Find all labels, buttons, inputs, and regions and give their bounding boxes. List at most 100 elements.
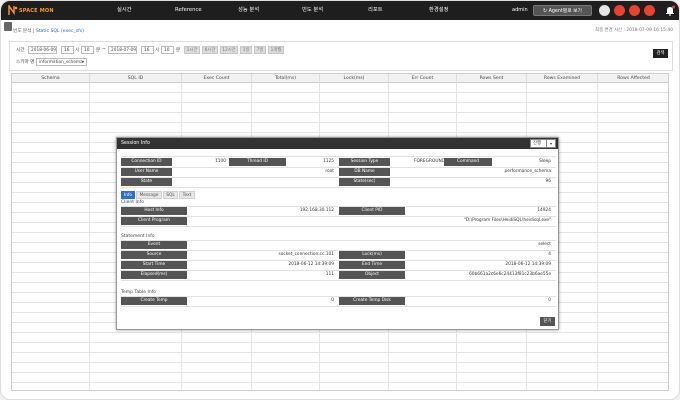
tab-message[interactable]: Message	[136, 191, 162, 199]
minute-unit-label-2: 분	[176, 48, 181, 53]
state-sec-value: 96	[545, 179, 551, 184]
info-icon[interactable]	[644, 5, 655, 16]
column-header-rows-affected[interactable]: Rows Affected	[598, 74, 668, 83]
connection-id-label: Connection ID	[121, 158, 172, 166]
event-value: select	[538, 242, 551, 247]
nav-report[interactable]: 리포트	[368, 1, 383, 20]
end-date-input[interactable]: 2018-07-09	[108, 46, 137, 54]
elapsed-ms-value: 111	[325, 272, 334, 277]
profile-icon[interactable]	[599, 5, 610, 16]
start-minute-select[interactable]: 10	[81, 46, 94, 54]
client-program-value: "D:\Program Files\HeidiSQL\heidisql.exe"	[463, 218, 551, 223]
table-row[interactable]	[12, 363, 668, 373]
start-hour-select[interactable]: 16	[61, 46, 74, 54]
column-header-rows-examined[interactable]: Rows Examined	[527, 74, 598, 83]
time-label: 시간	[16, 48, 25, 53]
nav-frequency-analysis[interactable]: 빈도 분석	[302, 1, 323, 20]
quick-7d-button[interactable]: 7일	[254, 46, 266, 54]
start-date-input[interactable]: 2018-06-09	[28, 46, 57, 54]
tab-sql[interactable]: SQL	[163, 191, 178, 199]
nav-realtime[interactable]: 실시간	[117, 1, 132, 20]
quick-1m-button[interactable]: 1개월	[268, 46, 284, 54]
connection-id-value: 1100	[215, 159, 226, 164]
state-sec-label: State(sec)	[339, 178, 390, 186]
modal-title: Session Info	[121, 141, 150, 146]
quick-1h-button[interactable]: 1시간	[184, 46, 200, 54]
column-header-sql-id[interactable]: SQL ID	[90, 74, 182, 83]
session-type-label: Session Type	[339, 158, 390, 166]
table-row[interactable]	[12, 93, 668, 103]
schema-label: 스키마 명	[16, 60, 35, 65]
user-name[interactable]: admin	[512, 1, 528, 20]
nav-settings[interactable]: 환경설정	[429, 1, 449, 20]
column-header-lock-ms[interactable]: Lock(ms)	[320, 74, 389, 83]
power-icon[interactable]	[629, 5, 640, 16]
object-label: Object	[339, 271, 405, 279]
create-temp-label: Create Temp	[121, 297, 187, 305]
last-refresh-time: 최종 변경 시간 : 2018-07-09 16:15:40	[595, 28, 673, 33]
agent-view-button[interactable]: ↻ Agent별로 보기	[533, 5, 592, 16]
table-row[interactable]	[12, 103, 668, 113]
column-header-err-count[interactable]: Err Count	[389, 74, 457, 83]
tab-info[interactable]: Info	[121, 191, 135, 199]
table-header: Schema SQL ID Exec Count Total(ms) Lock(…	[12, 74, 668, 83]
create-temp-disk-value: 0	[548, 298, 551, 303]
table-row[interactable]	[12, 333, 668, 343]
nav-performance-analysis[interactable]: 성능 분석	[238, 1, 259, 20]
session-status-value: 진행	[533, 141, 541, 146]
lock-ms-value: 4	[548, 252, 551, 257]
hour-unit-label: 시	[75, 48, 80, 53]
session-status-select[interactable]: 진행 ▾	[530, 139, 556, 148]
elapsed-ms-label: Elapsed(ms)	[121, 271, 187, 279]
row-divider	[121, 280, 556, 281]
user-name-label: User Name	[121, 168, 172, 176]
table-row[interactable]	[12, 83, 668, 93]
create-temp-disk-label: Create Temp Disk	[339, 297, 405, 305]
tab-text[interactable]: Text	[179, 191, 195, 199]
chevron-down-icon: ▾	[81, 60, 84, 65]
minute-unit-label: 분	[96, 48, 101, 53]
logo-text: SPACE MON	[19, 8, 54, 14]
session-type-value: FOREGROUND	[414, 159, 445, 164]
table-row[interactable]	[12, 373, 668, 383]
table-row[interactable]	[12, 113, 668, 123]
nav-reference[interactable]: Reference	[175, 1, 202, 20]
logo[interactable]: SPACE MON	[5, 3, 65, 18]
schema-select-value: information_schema	[39, 60, 83, 65]
column-header-rows-sent[interactable]: Rows Sent	[457, 74, 527, 83]
row-divider	[121, 306, 556, 307]
column-header-total-ms[interactable]: Total(ms)	[252, 74, 320, 83]
row-divider	[121, 226, 556, 227]
breadcrumb-parent[interactable]: 빈도 분석 |	[13, 29, 36, 34]
close-button[interactable]: 닫기	[540, 317, 555, 326]
start-time-value: 2018-06-12 14:39:09	[288, 262, 334, 267]
range-separator: ~	[102, 47, 106, 52]
table-row[interactable]	[12, 343, 668, 353]
client-pid-value: 14924	[537, 208, 551, 213]
db-name-label: DB Name	[339, 168, 390, 176]
quick-6h-button[interactable]: 6시간	[202, 46, 218, 54]
sidebar-toggle-button[interactable]	[4, 22, 12, 31]
table-row[interactable]	[12, 123, 668, 133]
table-row[interactable]	[12, 353, 668, 363]
command-label: Command	[444, 158, 492, 166]
row-divider	[121, 156, 556, 157]
source-value: socket_connection.cc:101	[278, 252, 334, 257]
table-row[interactable]	[12, 383, 668, 390]
column-header-schema[interactable]: Schema	[12, 74, 90, 83]
search-button[interactable]: 검색	[653, 49, 668, 58]
bell-icon[interactable]	[665, 5, 675, 16]
thread-id-label: Thread ID	[229, 158, 286, 166]
source-label: Source	[121, 251, 187, 259]
quick-12h-button[interactable]: 12시간	[220, 46, 238, 54]
column-header-exec-count[interactable]: Exec Count	[182, 74, 252, 83]
schema-select[interactable]: information_schema ▾	[36, 58, 87, 66]
statement-info-title: Statement Info	[121, 234, 155, 239]
temp-table-info-title: Temp Table Info	[121, 290, 157, 295]
quick-1d-button[interactable]: 1일	[240, 46, 252, 54]
host-info-value: 192.168.30.112	[299, 208, 334, 213]
end-minute-select[interactable]: 10	[161, 46, 174, 54]
session-info-modal: Session Info 진행 ▾ Connection ID 1100 Thr…	[116, 137, 559, 330]
upload-icon[interactable]	[614, 5, 625, 16]
end-hour-select[interactable]: 16	[141, 46, 154, 54]
